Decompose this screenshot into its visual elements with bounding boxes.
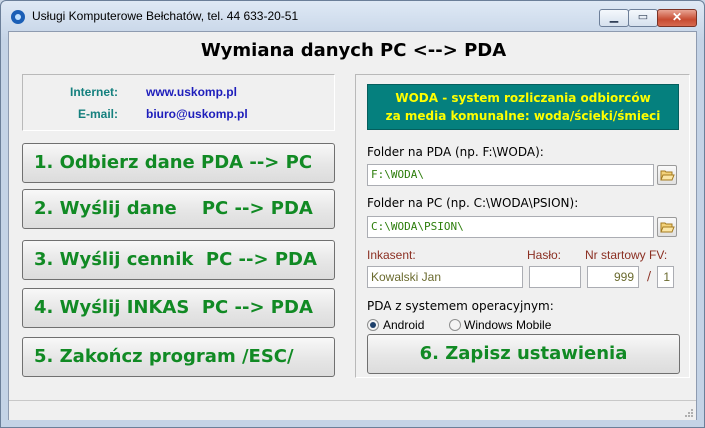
password-field[interactable] [529,266,581,288]
close-icon: ✕ [671,10,683,24]
windows-mobile-radio[interactable] [449,319,461,331]
contact-panel: Internet: www.uskomp.pl E-mail: biuro@us… [22,74,335,131]
number-separator: / [647,269,652,283]
send-inkas-button[interactable]: 4. Wyślij INKAS PC --> PDA [22,288,335,328]
email-label: E-mail: [77,107,118,121]
series-field[interactable]: 1 [657,266,674,288]
send-data-button[interactable]: 2. Wyślij dane PC --> PDA [22,189,335,229]
internet-label: Internet: [70,85,118,99]
app-icon [11,10,25,24]
inkasent-field[interactable]: Kowalski Jan [367,266,523,288]
folder-open-icon [660,170,675,181]
android-radio-label[interactable]: Android [383,318,424,332]
pda-folder-label: Folder na PDA (np. F:\WODA): [367,145,544,159]
maximize-button[interactable]: ▭ [628,9,658,27]
maximize-icon: ▭ [637,11,649,23]
inkasent-label: Inkasent: [367,248,416,262]
send-pricelist-button[interactable]: 3. Wyślij cennik PC --> PDA [22,240,335,280]
banner-line-1: WODA - system rozliczania odbiorców [395,91,651,105]
pc-folder-field[interactable]: C:\WODA\PSION\ [367,216,654,238]
save-settings-button[interactable]: 6. Zapisz ustawienia [367,334,680,374]
exit-button[interactable]: 5. Zakończ program /ESC/ [22,337,335,377]
product-banner: WODA - system rozliczania odbiorców za m… [367,84,679,130]
os-label: PDA z systemem operacyjnym: [367,299,554,313]
banner-line-2: za media komunalne: woda/ścieki/śmieci [385,109,661,123]
minimize-button[interactable]: ▁ [599,9,629,27]
window-title: Usługi Komputerowe Bełchatów, tel. 44 63… [32,9,299,23]
title-bar[interactable]: Usługi Komputerowe Bełchatów, tel. 44 63… [1,1,704,31]
start-number-label: Nr startowy FV: [585,248,668,262]
close-button[interactable]: ✕ [657,9,697,27]
email-link[interactable]: biuro@uskomp.pl [146,107,248,121]
status-bar [9,400,696,420]
pda-folder-browse-button[interactable] [657,165,677,185]
main-window: Usługi Komputerowe Bełchatów, tel. 44 63… [0,0,705,428]
internet-link[interactable]: www.uskomp.pl [146,85,237,99]
folder-open-icon [660,222,675,233]
start-number-field[interactable]: 999 [587,266,639,288]
windows-mobile-radio-label[interactable]: Windows Mobile [464,318,551,332]
pc-folder-browse-button[interactable] [657,217,677,237]
android-radio[interactable] [367,319,379,331]
receive-data-button[interactable]: 1. Odbierz dane PDA --> PC [22,143,335,183]
page-title: Wymiana danych PC <--> PDA [200,40,507,61]
password-label: Hasło: [527,248,562,262]
resize-grip-icon[interactable] [684,408,694,418]
minimize-icon: ▁ [609,11,619,23]
pc-folder-label: Folder na PC (np. C:\WODA\PSION): [367,196,579,210]
pda-folder-field[interactable]: F:\WODA\ [367,164,654,186]
client-area: Wymiana danych PC <--> PDA Internet: www… [8,31,697,420]
